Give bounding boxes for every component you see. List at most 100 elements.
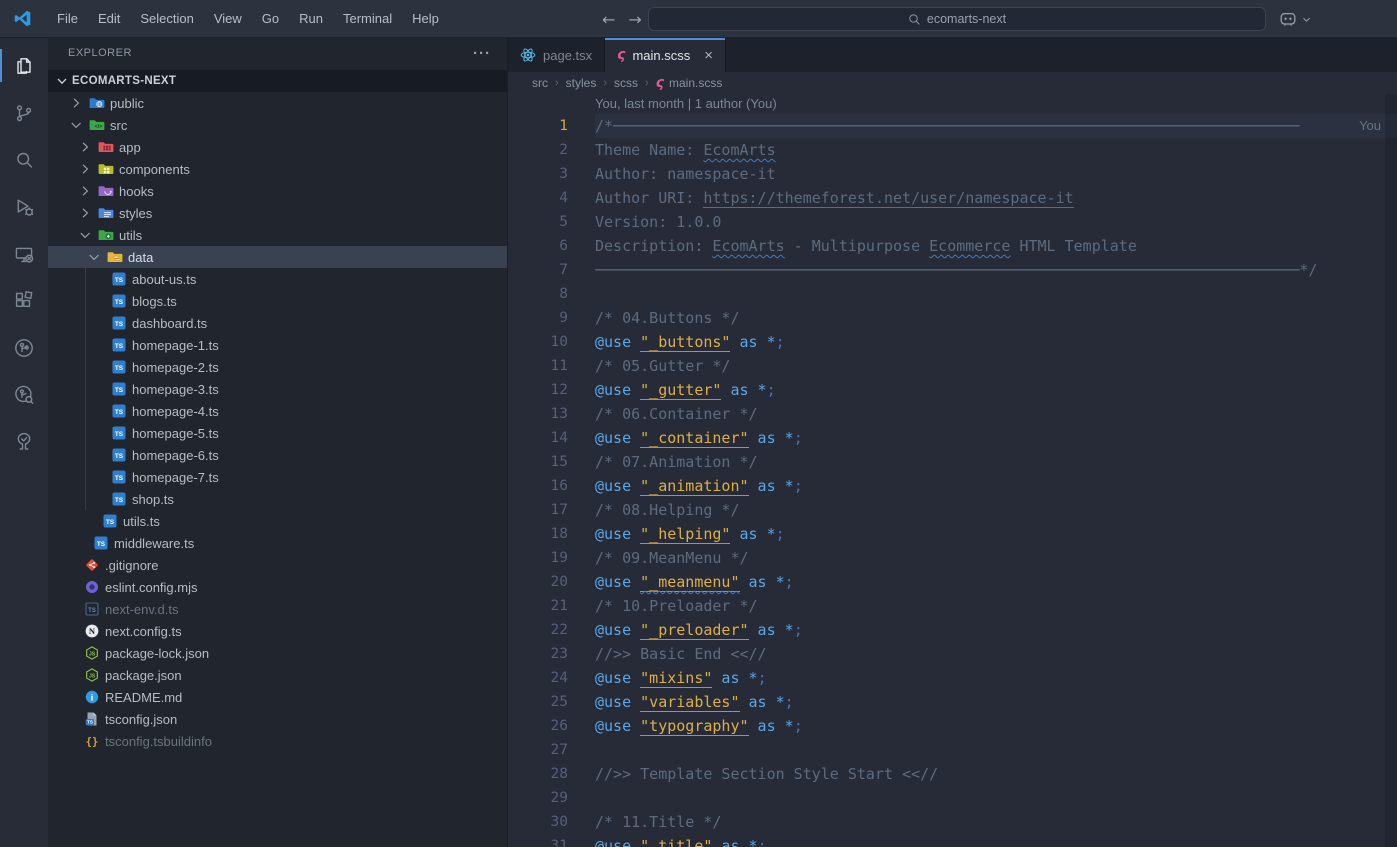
tree-item-utils.ts[interactable]: TSutils.ts: [48, 510, 507, 532]
search-icon: [908, 13, 921, 26]
tree-item-label: tsconfig.tsbuildinfo: [105, 734, 212, 749]
tree-item-next.config.ts[interactable]: Nnext.config.ts: [48, 620, 507, 642]
tree-item-hooks[interactable]: hooks: [48, 180, 507, 202]
tree-item-readme.md[interactable]: iREADME.md: [48, 686, 507, 708]
line-number: 14: [508, 426, 595, 450]
line-content: /* 10.Preloader */: [595, 594, 758, 618]
search-icon[interactable]: [0, 136, 48, 183]
menu-edit[interactable]: Edit: [89, 7, 129, 30]
code-editor[interactable]: You, last month | 1 author (You) 1/*────…: [508, 94, 1397, 847]
menu-run[interactable]: Run: [290, 7, 332, 30]
tree-item-eslint.config.mjs[interactable]: eslint.config.mjs: [48, 576, 507, 598]
chevron-down-icon: [54, 73, 70, 89]
tree-item-package-lock.json[interactable]: JSpackage-lock.json: [48, 642, 507, 664]
source-control-icon[interactable]: [0, 89, 48, 136]
tree-item-.gitignore[interactable]: .gitignore: [48, 554, 507, 576]
tree-item-app[interactable]: app: [48, 136, 507, 158]
git-blame-lens[interactable]: You, last month | 1 author (You): [508, 94, 1397, 114]
menu-file[interactable]: File: [48, 7, 87, 30]
line-content: @use "_animation" as *;: [595, 474, 803, 498]
tree-item-utils[interactable]: utils: [48, 224, 507, 246]
ts-icon: TS: [111, 381, 127, 397]
remote-explorer-icon[interactable]: [0, 230, 48, 277]
line-content: /* 11.Title */: [595, 810, 721, 834]
breadcrumb-styles[interactable]: styles: [566, 76, 597, 90]
svg-text:</>: </>: [95, 124, 103, 130]
code-line-17: 17/* 08.Helping */: [508, 498, 1397, 522]
tree-item-tsconfig.tsbuildinfo[interactable]: {} tsconfig.tsbuildinfo: [48, 730, 507, 752]
tree-item-homepage-4.ts[interactable]: TShomepage-4.ts: [48, 400, 507, 422]
project-section-header[interactable]: ECOMARTS-NEXT: [48, 70, 507, 92]
tree-item-data[interactable]: data: [48, 246, 507, 268]
line-number: 5: [508, 210, 595, 234]
code-line-5: 5Version: 1.0.0: [508, 210, 1397, 234]
tree-item-label: .gitignore: [105, 558, 158, 573]
sidebar-title: EXPLORER: [68, 47, 132, 59]
tree-item-homepage-6.ts[interactable]: TShomepage-6.ts: [48, 444, 507, 466]
gitlens-icon[interactable]: [0, 324, 48, 371]
node-icon: JS: [84, 667, 100, 683]
ts-icon: TS: [111, 337, 127, 353]
profile-menu[interactable]: [1278, 0, 1312, 38]
extensions-icon[interactable]: [0, 277, 48, 324]
explorer-icon[interactable]: [0, 42, 48, 89]
run-and-debug-icon[interactable]: [0, 183, 48, 230]
tree-item-components[interactable]: components: [48, 158, 507, 180]
todo-tree-icon[interactable]: [0, 418, 48, 465]
code-line-13: 13/* 06.Container */: [508, 402, 1397, 426]
breadcrumb-src[interactable]: src: [532, 76, 548, 90]
tree-item-dashboard.ts[interactable]: TSdashboard.ts: [48, 312, 507, 334]
tree-item-next-env.d.ts[interactable]: TSnext-env.d.ts: [48, 598, 507, 620]
back-icon[interactable]: ←: [602, 10, 615, 29]
node-icon: JS: [84, 645, 100, 661]
svg-text:{}: {}: [86, 736, 99, 748]
tab-page-tsx[interactable]: page.tsx: [508, 38, 605, 72]
more-actions-icon[interactable]: ···: [473, 45, 491, 62]
tree-item-about-us.ts[interactable]: TSabout-us.ts: [48, 268, 507, 290]
line-content: /* 07.Animation */: [595, 450, 758, 474]
tree-item-homepage-7.ts[interactable]: TShomepage-7.ts: [48, 466, 507, 488]
svg-text:TS: TS: [87, 720, 94, 726]
chevron-down-icon: [68, 117, 84, 133]
line-number: 26: [508, 714, 595, 738]
code-line-8: 8: [508, 282, 1397, 306]
breadcrumb-scss[interactable]: scss: [614, 76, 638, 90]
line-number: 19: [508, 546, 595, 570]
menu-view[interactable]: View: [205, 7, 251, 30]
tree-item-tsconfig.json[interactable]: TStsconfig.json: [48, 708, 507, 730]
folder-src-icon: </>: [89, 117, 105, 133]
tree-item-shop.ts[interactable]: TSshop.ts: [48, 488, 507, 510]
tree-item-blogs.ts[interactable]: TSblogs.ts: [48, 290, 507, 312]
svg-text:TS: TS: [115, 409, 124, 416]
tree-item-homepage-1.ts[interactable]: TShomepage-1.ts: [48, 334, 507, 356]
menu-go[interactable]: Go: [253, 7, 288, 30]
tree-item-homepage-3.ts[interactable]: TShomepage-3.ts: [48, 378, 507, 400]
tree-item-middleware.ts[interactable]: TSmiddleware.ts: [48, 532, 507, 554]
command-center-search[interactable]: ecomarts-next: [648, 7, 1266, 31]
gitlens-inspect-icon[interactable]: [0, 371, 48, 418]
line-number: 20: [508, 570, 595, 594]
tree-item-src[interactable]: </>src: [48, 114, 507, 136]
close-icon[interactable]: ×: [704, 48, 713, 63]
line-number: 15: [508, 450, 595, 474]
forward-icon[interactable]: →: [628, 10, 641, 29]
breadcrumb-label: styles: [566, 76, 597, 90]
tree-item-homepage-2.ts[interactable]: TShomepage-2.ts: [48, 356, 507, 378]
line-content: @use "_title" as *;: [595, 834, 767, 847]
line-content: Version: 1.0.0: [595, 210, 721, 234]
menu-help[interactable]: Help: [403, 7, 448, 30]
tab-main-scss[interactable]: ςmain.scss×: [605, 38, 726, 72]
svg-text:TS: TS: [115, 387, 124, 394]
code-line-26: 26@use "typography" as *;: [508, 714, 1397, 738]
tree-item-package.json[interactable]: JSpackage.json: [48, 664, 507, 686]
line-number: 23: [508, 642, 595, 666]
tree-item-label: app: [119, 140, 141, 155]
breadcrumb-main-scss[interactable]: ςmain.scss: [656, 76, 723, 90]
tree-item-public[interactable]: public: [48, 92, 507, 114]
tree-item-styles[interactable]: styles: [48, 202, 507, 224]
menu-terminal[interactable]: Terminal: [334, 7, 401, 30]
ts-icon: TS: [93, 535, 109, 551]
menu-selection[interactable]: Selection: [131, 7, 202, 30]
tree-item-homepage-5.ts[interactable]: TShomepage-5.ts: [48, 422, 507, 444]
line-content: /* 05.Gutter */: [595, 354, 730, 378]
